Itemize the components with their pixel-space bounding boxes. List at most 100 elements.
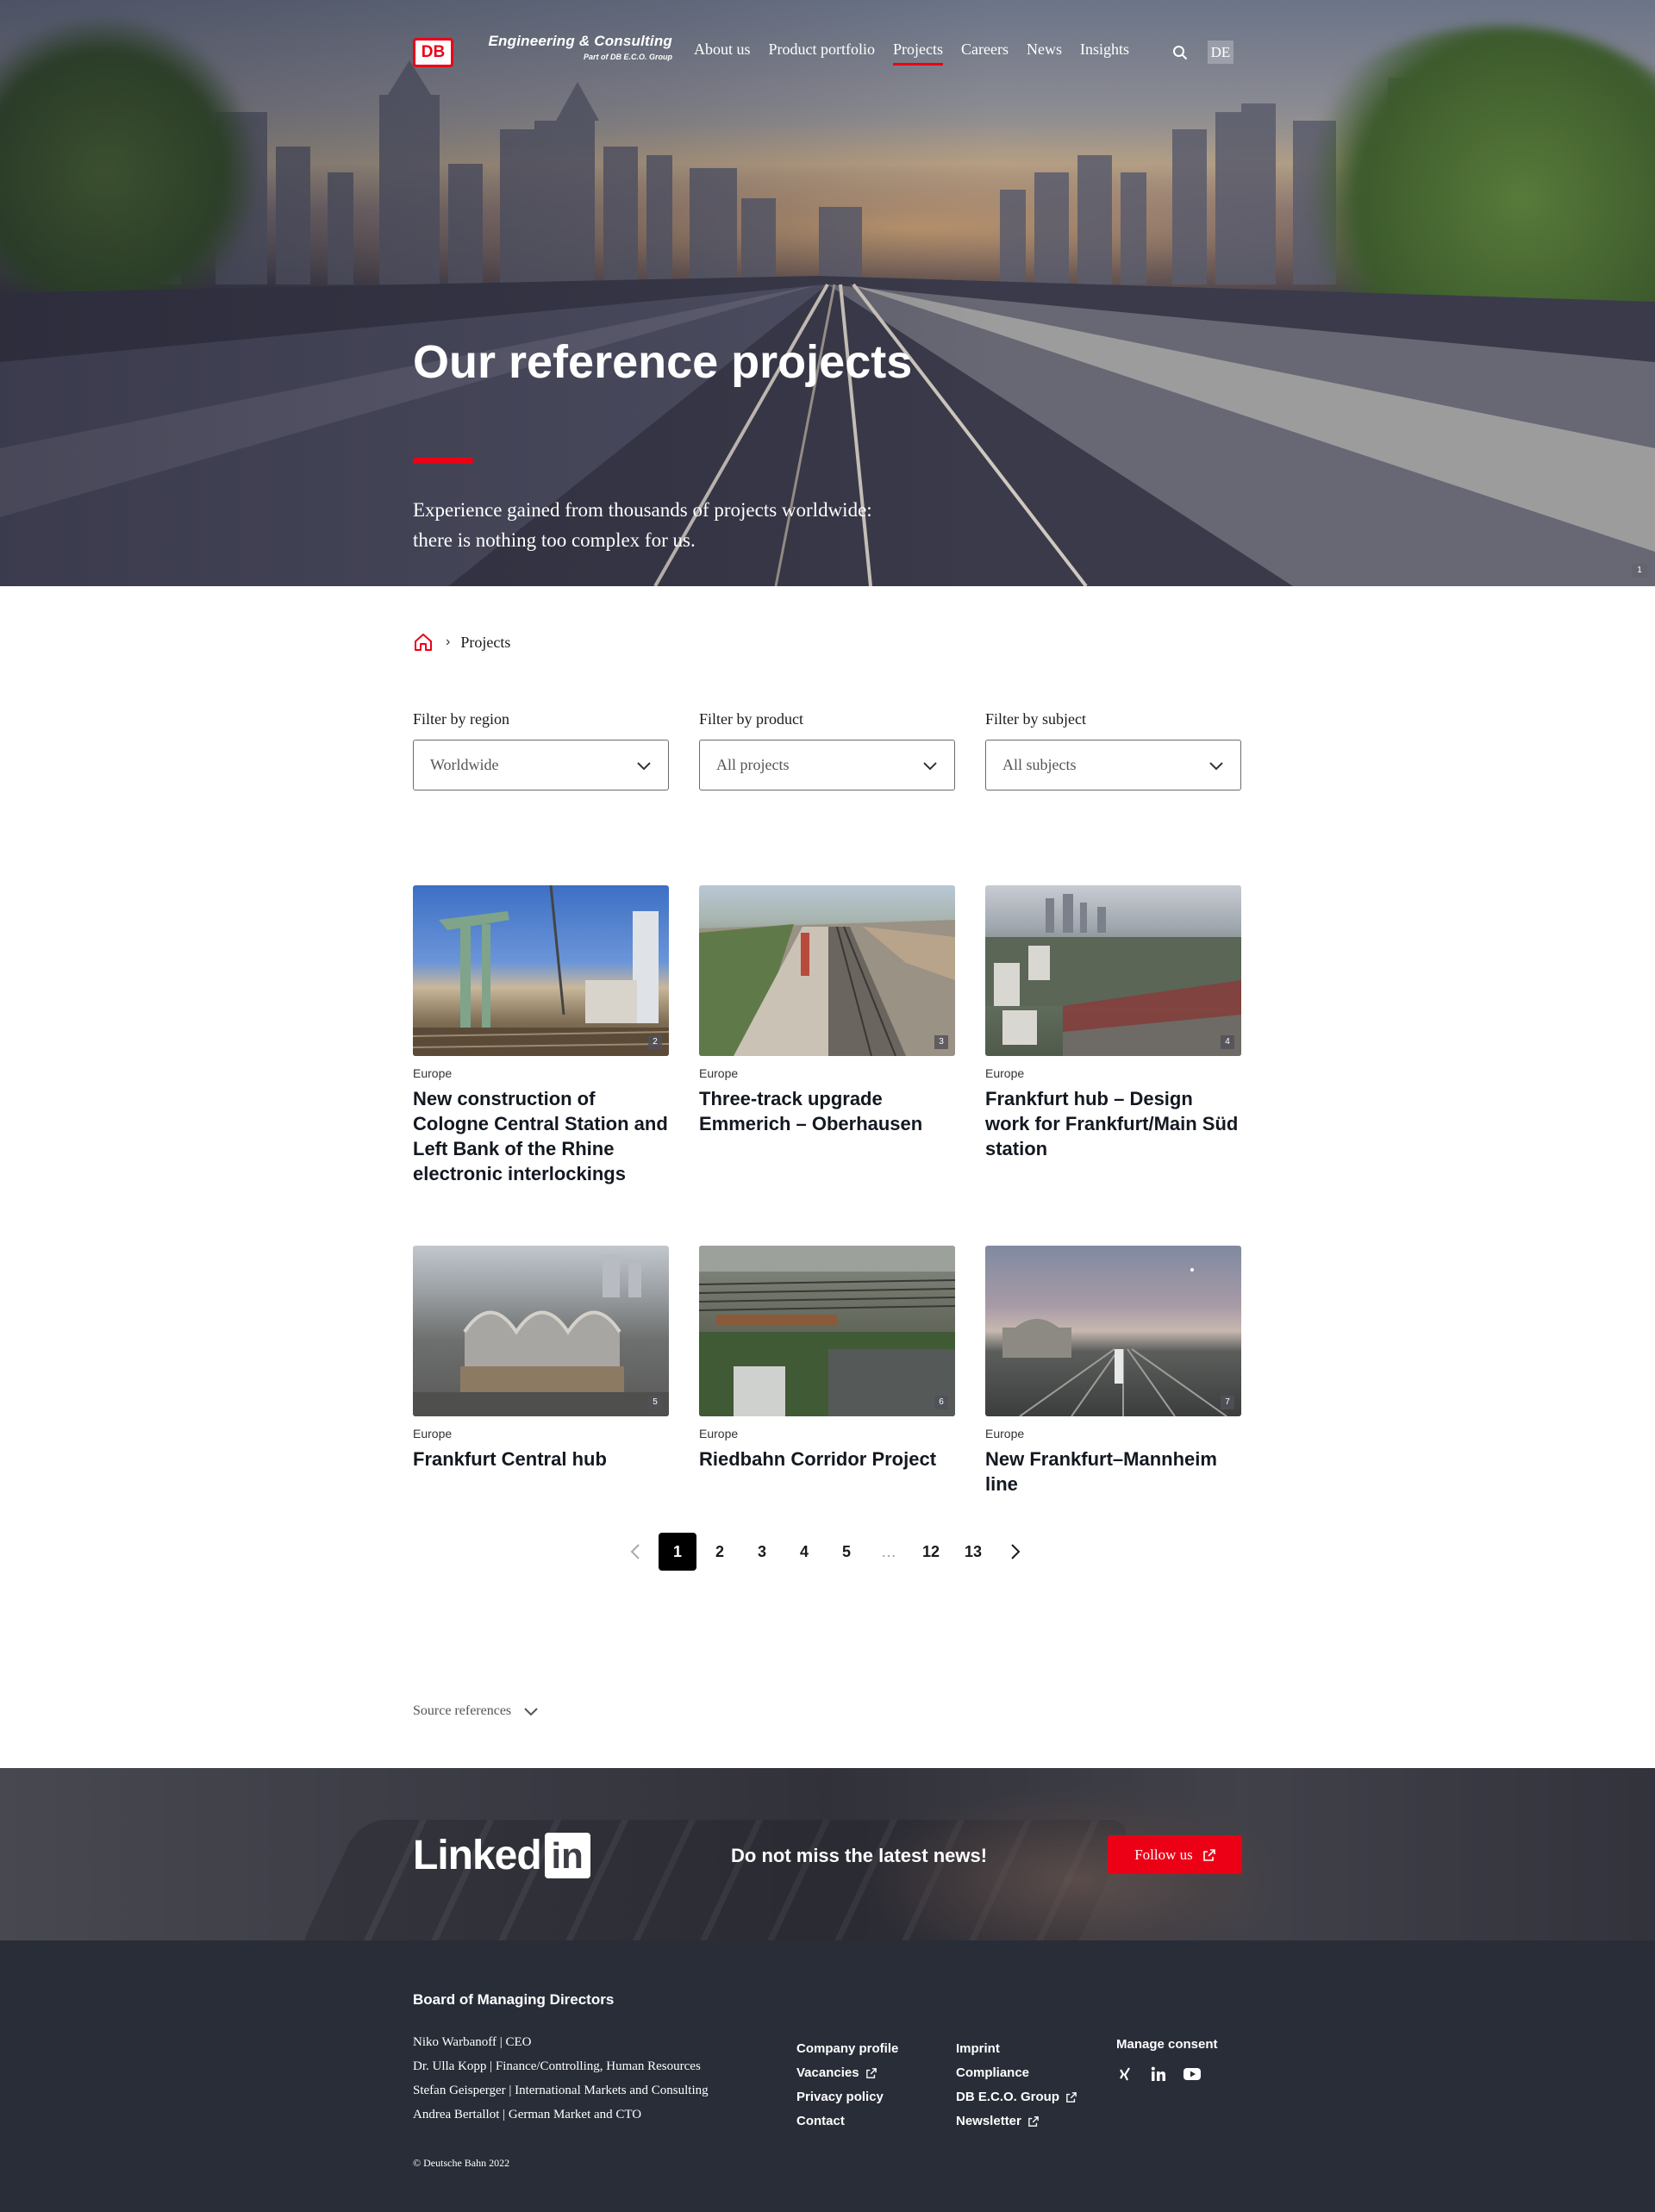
project-title[interactable]: New construction of Cologne Central Stat…	[413, 1086, 669, 1186]
filter-product-select[interactable]: All projects	[699, 740, 955, 790]
project-card[interactable]: 3 Europe Three-track upgrade Emmerich – …	[699, 885, 955, 1136]
filter-subject: Filter by subject All subjects	[985, 710, 1241, 790]
page-button-4[interactable]: 4	[785, 1533, 823, 1571]
page-button-2[interactable]: 2	[701, 1533, 739, 1571]
filter-product: Filter by product All projects	[699, 710, 955, 790]
nav-product-portfolio[interactable]: Product portfolio	[769, 41, 876, 59]
nav-news[interactable]: News	[1027, 41, 1062, 59]
chevron-down-icon	[637, 761, 651, 770]
footer-links-col1: Company profile Vacancies Privacy policy…	[796, 2037, 898, 2134]
follow-us-button[interactable]: Follow us	[1108, 1835, 1242, 1874]
project-region: Europe	[699, 1427, 739, 1440]
image-source-number[interactable]: 6	[934, 1396, 948, 1409]
chevron-down-icon	[923, 761, 937, 770]
footer-link-label: Newsletter	[956, 2114, 1021, 2128]
project-card[interactable]: 5 Europe Frankfurt Central hub	[413, 1246, 669, 1472]
project-region: Europe	[413, 1427, 453, 1440]
chevron-down-icon	[524, 1708, 538, 1716]
nav-projects[interactable]: Projects	[893, 41, 944, 66]
project-image[interactable]: 2	[413, 885, 669, 1056]
filter-region-label: Filter by region	[413, 710, 509, 728]
search-icon[interactable]	[1172, 45, 1188, 60]
footer-link-label: Imprint	[956, 2041, 1000, 2056]
linkedin-icon[interactable]	[1151, 2066, 1166, 2082]
nav-about-us[interactable]: About us	[694, 41, 751, 59]
breadcrumb: › Projects	[413, 632, 510, 653]
filter-region-value: Worldwide	[430, 756, 499, 773]
language-switch[interactable]: DE	[1208, 41, 1233, 64]
footer-link-privacy-policy[interactable]: Privacy policy	[796, 2085, 898, 2109]
image-source-number[interactable]: 7	[1221, 1396, 1234, 1409]
image-source-number[interactable]: 5	[648, 1396, 662, 1409]
project-image[interactable]: 7	[985, 1246, 1241, 1416]
project-card[interactable]: 2 Europe New construction of Cologne Cen…	[413, 885, 669, 1186]
board-title: Board of Managing Directors	[413, 1991, 615, 2008]
image-source-number[interactable]: 4	[1221, 1035, 1234, 1049]
image-source-number[interactable]: 2	[648, 1035, 662, 1049]
footer-link-label: Compliance	[956, 2065, 1030, 2080]
project-image[interactable]: 4	[985, 885, 1241, 1056]
linkedin-logo-box: in	[544, 1833, 590, 1878]
filter-region-select[interactable]: Worldwide	[413, 740, 669, 790]
nav-careers[interactable]: Careers	[961, 41, 1009, 59]
filter-subject-select[interactable]: All subjects	[985, 740, 1241, 790]
filter-subject-value: All subjects	[1002, 756, 1077, 773]
project-title[interactable]: Frankfurt Central hub	[413, 1447, 669, 1472]
footer-link-newsletter[interactable]: Newsletter	[956, 2109, 1077, 2134]
page-button-13[interactable]: 13	[954, 1533, 992, 1571]
filter-product-label: Filter by product	[699, 710, 803, 728]
board-member: Dr. Ulla Kopp | Finance/Controlling, Hum…	[413, 2059, 701, 2073]
project-card[interactable]: 4 Europe Frankfurt hub – Design work for…	[985, 885, 1241, 1161]
hero-banner: DB Engineering & Consulting Part of DB E…	[0, 0, 1655, 586]
next-page-button[interactable]	[996, 1533, 1034, 1571]
footer-link-vacancies[interactable]: Vacancies	[796, 2061, 898, 2085]
db-logo[interactable]: DB	[413, 38, 453, 67]
project-image[interactable]: 3	[699, 885, 955, 1056]
project-title[interactable]: Frankfurt hub – Design work for Frankfur…	[985, 1086, 1241, 1161]
project-title[interactable]: New Frankfurt–Mannheim line	[985, 1447, 1241, 1497]
footer-link-imprint[interactable]: Imprint	[956, 2037, 1077, 2061]
footer-link-db-eco-group[interactable]: DB E.C.O. Group	[956, 2085, 1077, 2109]
footer-link-label: Company profile	[796, 2041, 899, 2056]
pagination: 1 2 3 4 5 … 12 13	[616, 1533, 1039, 1571]
manage-consent-link[interactable]: Manage consent	[1116, 2037, 1218, 2052]
footer: Board of Managing Directors Niko Warbano…	[0, 1940, 1655, 2212]
project-title[interactable]: Three-track upgrade Emmerich – Oberhause…	[699, 1086, 955, 1136]
nav-insights[interactable]: Insights	[1080, 41, 1129, 59]
project-card[interactable]: 7 Europe New Frankfurt–Mannheim line	[985, 1246, 1241, 1497]
brand-name[interactable]: Engineering & Consulting Part of DB E.C.…	[483, 33, 672, 61]
page-button-12[interactable]: 12	[912, 1533, 950, 1571]
project-image[interactable]: 5	[413, 1246, 669, 1416]
board-member: Stefan Geisperger | International Market…	[413, 2084, 709, 2097]
board-member: Niko Warbanoff | CEO	[413, 2035, 532, 2049]
footer-link-compliance[interactable]: Compliance	[956, 2061, 1077, 2085]
brand-subtitle: Part of DB E.C.O. Group	[583, 53, 672, 61]
project-card[interactable]: 6 Europe Riedbahn Corridor Project	[699, 1246, 955, 1472]
external-link-icon	[1028, 2116, 1039, 2127]
page-ellipsis: …	[881, 1543, 896, 1560]
external-link-icon	[1066, 2092, 1077, 2103]
home-icon[interactable]	[413, 632, 434, 653]
page-button-3[interactable]: 3	[743, 1533, 781, 1571]
page-button-5[interactable]: 5	[828, 1533, 865, 1571]
breadcrumb-current: Projects	[460, 633, 511, 651]
linkedin-logo-text: Linked	[413, 1833, 542, 1878]
project-title[interactable]: Riedbahn Corridor Project	[699, 1447, 955, 1472]
footer-link-contact[interactable]: Contact	[796, 2109, 898, 2134]
youtube-icon[interactable]	[1183, 2068, 1201, 2080]
filter-subject-label: Filter by subject	[985, 710, 1086, 728]
footer-link-company-profile[interactable]: Company profile	[796, 2037, 898, 2061]
image-source-number[interactable]: 3	[934, 1035, 948, 1049]
title-accent-bar	[413, 458, 473, 464]
page-button-1[interactable]: 1	[659, 1533, 696, 1571]
source-references-label: Source references	[413, 1703, 512, 1718]
image-source-number[interactable]: 1	[1632, 564, 1647, 578]
source-references-toggle[interactable]: Source references	[413, 1703, 539, 1719]
xing-icon[interactable]	[1118, 2066, 1134, 2082]
social-links	[1118, 2066, 1218, 2082]
brand-title: Engineering & Consulting	[488, 33, 672, 49]
project-image[interactable]: 6	[699, 1246, 955, 1416]
footer-link-label: Privacy policy	[796, 2090, 884, 2104]
footer-link-label: Vacancies	[796, 2065, 859, 2080]
previous-page-button[interactable]	[616, 1533, 654, 1571]
